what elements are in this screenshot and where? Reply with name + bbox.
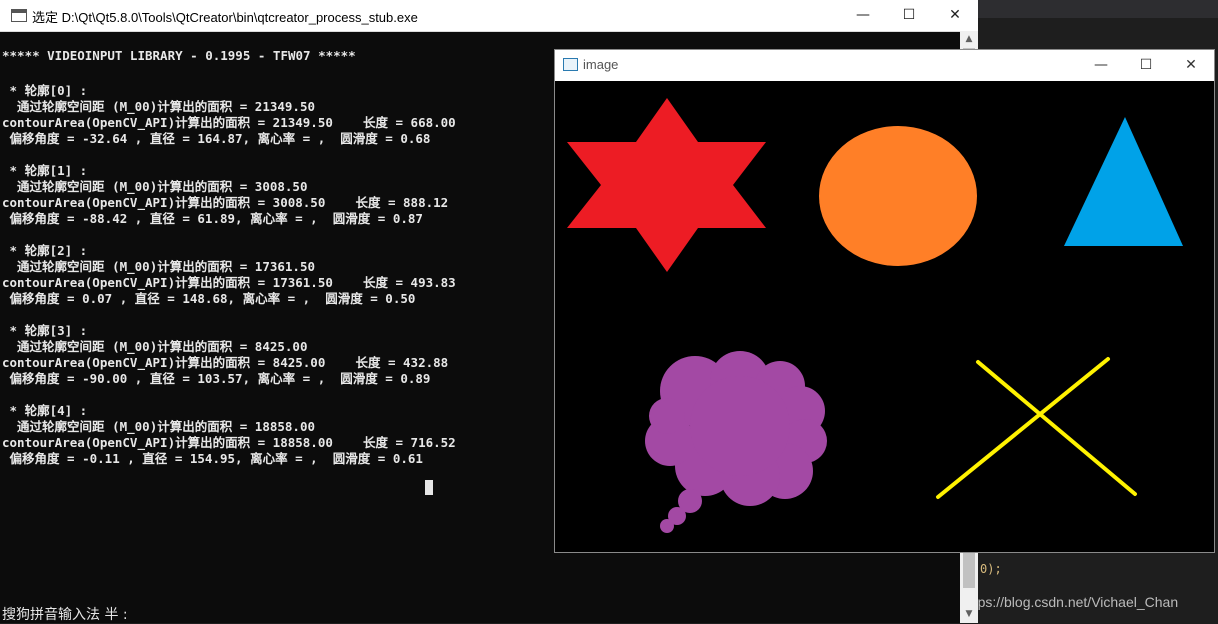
cloud-shape <box>645 351 827 533</box>
image-maximize-button[interactable]: ☐ <box>1123 50 1169 80</box>
image-close-button[interactable]: ✕ <box>1168 50 1214 80</box>
ime-status: 搜狗拼音输入法 半 : <box>2 607 128 623</box>
image-minimize-button[interactable]: — <box>1078 50 1124 80</box>
image-canvas <box>555 81 1214 552</box>
console-title: 选定 D:\Qt\Qt5.8.0\Tools\QtCreator\bin\qtc… <box>32 10 418 25</box>
shapes-svg <box>567 98 1183 533</box>
console-line: 偏移角度 = -88.42 , 直径 = 61.89, 离心率 = , 圆滑度 … <box>2 211 423 226</box>
console-line: ***** VIDEOINPUT LIBRARY - 0.1995 - TFW0… <box>2 48 356 63</box>
triangle-shape <box>1064 117 1183 246</box>
image-app-icon <box>563 58 578 71</box>
console-app-icon <box>11 9 27 22</box>
console-line: 偏移角度 = -0.11 , 直径 = 154.95, 离心率 = , 圆滑度 … <box>2 451 423 466</box>
console-line: 偏移角度 = -32.64 , 直径 = 164.87, 离心率 = , 圆滑度… <box>2 131 431 146</box>
text-cursor <box>425 480 433 495</box>
editor-code-fragment: 0); <box>980 562 1002 576</box>
watermark: https://blog.csdn.net/Vichael_Chan <box>962 594 1179 610</box>
star-shape <box>567 98 766 272</box>
console-line: 偏移角度 = -90.00 , 直径 = 103.57, 离心率 = , 圆滑度… <box>2 371 431 386</box>
close-button[interactable]: ✕ <box>932 0 978 31</box>
editor-toolbar <box>978 0 1218 18</box>
maximize-button[interactable]: ☐ <box>886 0 932 31</box>
image-titlebar[interactable]: image — ☐ ✕ <box>555 50 1214 80</box>
console-titlebar[interactable]: 选定 D:\Qt\Qt5.8.0\Tools\QtCreator\bin\qtc… <box>0 0 978 32</box>
image-window[interactable]: image — ☐ ✕ <box>554 49 1215 553</box>
ellipse-shape <box>819 126 977 266</box>
minimize-button[interactable]: — <box>840 0 886 31</box>
scroll-down-arrow-icon[interactable]: ▼ <box>960 606 978 623</box>
console-line: 偏移角度 = 0.07 , 直径 = 148.68, 离心率 = , 圆滑度 =… <box>2 291 416 306</box>
image-title: image <box>583 57 619 72</box>
cross-shape <box>936 357 1137 499</box>
scroll-up-arrow-icon[interactable]: ▲ <box>960 31 978 48</box>
